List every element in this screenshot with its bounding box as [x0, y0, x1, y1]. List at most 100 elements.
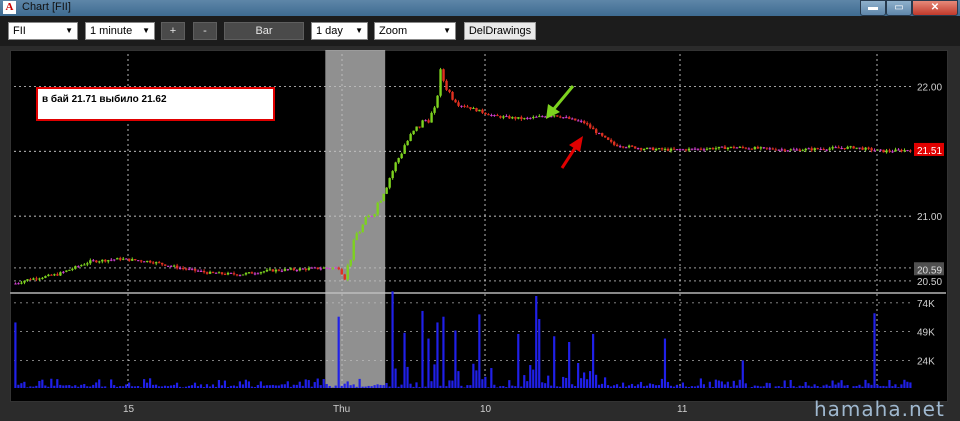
price-bar: [586, 123, 588, 124]
volume-bar: [197, 386, 199, 388]
time-label: 11: [677, 404, 687, 415]
price-bar: [347, 266, 349, 280]
volume-bar: [688, 387, 690, 388]
price-tick-label: 22.00: [917, 82, 942, 93]
volume-bar: [382, 385, 384, 388]
price-bar: [83, 265, 85, 266]
volume-bar: [652, 384, 654, 388]
price-bar: [754, 147, 756, 149]
volume-bar: [784, 380, 786, 388]
price-bar: [218, 272, 220, 273]
price-bar: [391, 171, 393, 178]
volume-bar: [817, 386, 819, 388]
volume-bar: [676, 385, 678, 388]
price-bar: [814, 148, 816, 150]
volume-bar: [134, 386, 136, 388]
price-bar: [888, 150, 890, 151]
volume-bar: [547, 376, 549, 388]
volume-bar: [882, 386, 884, 388]
volume-bar: [538, 319, 540, 388]
volume-bar: [170, 385, 172, 388]
price-tick-label: 21.00: [917, 212, 942, 223]
volume-bar: [110, 379, 112, 388]
price-bar: [661, 148, 663, 149]
price-bar: [266, 270, 268, 271]
volume-bar: [188, 386, 190, 388]
volume-bar: [733, 381, 735, 388]
price-bar: [353, 240, 355, 260]
volume-bar: [535, 296, 537, 388]
price-bar: [808, 148, 810, 149]
chart-canvas[interactable]: 22.00 21.00 20.50 21.51 20.59 74K 49K 24…: [0, 0, 960, 420]
price-bar: [311, 268, 313, 269]
price-bar: [284, 269, 286, 271]
volume-bar: [846, 385, 848, 388]
price-bar: [47, 275, 49, 276]
price-bar: [505, 116, 507, 117]
volume-bar: [475, 370, 477, 388]
volume-bar: [131, 386, 133, 388]
volume-bar: [74, 385, 76, 388]
price-bar: [700, 149, 702, 150]
volume-bar: [466, 385, 468, 388]
price-bar: [188, 269, 190, 270]
price-bar: [104, 260, 106, 262]
red-arrow-drawing[interactable]: [562, 136, 583, 168]
price-bar: [344, 274, 346, 279]
volume-bar: [709, 382, 711, 388]
volume-bar: [472, 364, 474, 388]
volume-bar: [511, 386, 513, 388]
volume-bar: [200, 384, 202, 388]
volume-bar: [658, 385, 660, 388]
volume-bar: [478, 314, 480, 388]
price-bar: [676, 149, 678, 150]
volume-bar: [595, 375, 597, 388]
volume-bar: [855, 386, 857, 388]
price-bar: [502, 116, 504, 117]
annotation-box[interactable]: в бай 21.71 выбило 21.62: [37, 88, 274, 120]
price-bar: [167, 266, 169, 267]
volume-bar: [185, 387, 187, 388]
volume-bar: [209, 387, 211, 388]
price-bar: [50, 275, 52, 276]
price-bar: [691, 149, 693, 150]
volume-bar: [152, 385, 154, 388]
price-bar: [248, 272, 250, 273]
price-bar: [158, 262, 160, 263]
volume-bar: [906, 382, 908, 388]
price-bar: [314, 267, 316, 268]
price-bar: [41, 278, 43, 279]
volume-bar: [837, 383, 839, 388]
price-bar: [373, 214, 375, 216]
volume-bar: [203, 387, 205, 388]
price-bar: [382, 194, 384, 201]
volume-bar: [71, 386, 73, 388]
price-bar: [134, 259, 136, 260]
volume-bar: [320, 385, 322, 388]
volume-bar: [490, 368, 492, 388]
volume-bar: [586, 379, 588, 388]
price-bar: [62, 272, 64, 273]
volume-bar: [406, 367, 408, 388]
green-arrow-drawing[interactable]: [546, 86, 573, 119]
price-bar: [89, 260, 91, 263]
price-bar: [32, 278, 34, 279]
volume-bar: [505, 387, 507, 388]
volume-bar: [17, 385, 19, 388]
volume-bar: [374, 385, 376, 388]
time-label: 10: [480, 404, 491, 415]
price-bar: [35, 278, 37, 279]
price-bar: [721, 147, 723, 148]
volume-bar: [122, 386, 124, 388]
price-bar: [326, 268, 328, 269]
shaded-session-region: [325, 50, 385, 388]
volume-bar: [140, 387, 142, 388]
volume-bar: [649, 383, 651, 388]
price-bar: [74, 266, 76, 269]
volume-bar: [59, 385, 61, 388]
price-bar: [772, 148, 774, 149]
price-bar: [873, 150, 875, 151]
price-bar: [604, 136, 606, 138]
price-bar: [628, 146, 630, 148]
price-bar: [113, 259, 115, 260]
